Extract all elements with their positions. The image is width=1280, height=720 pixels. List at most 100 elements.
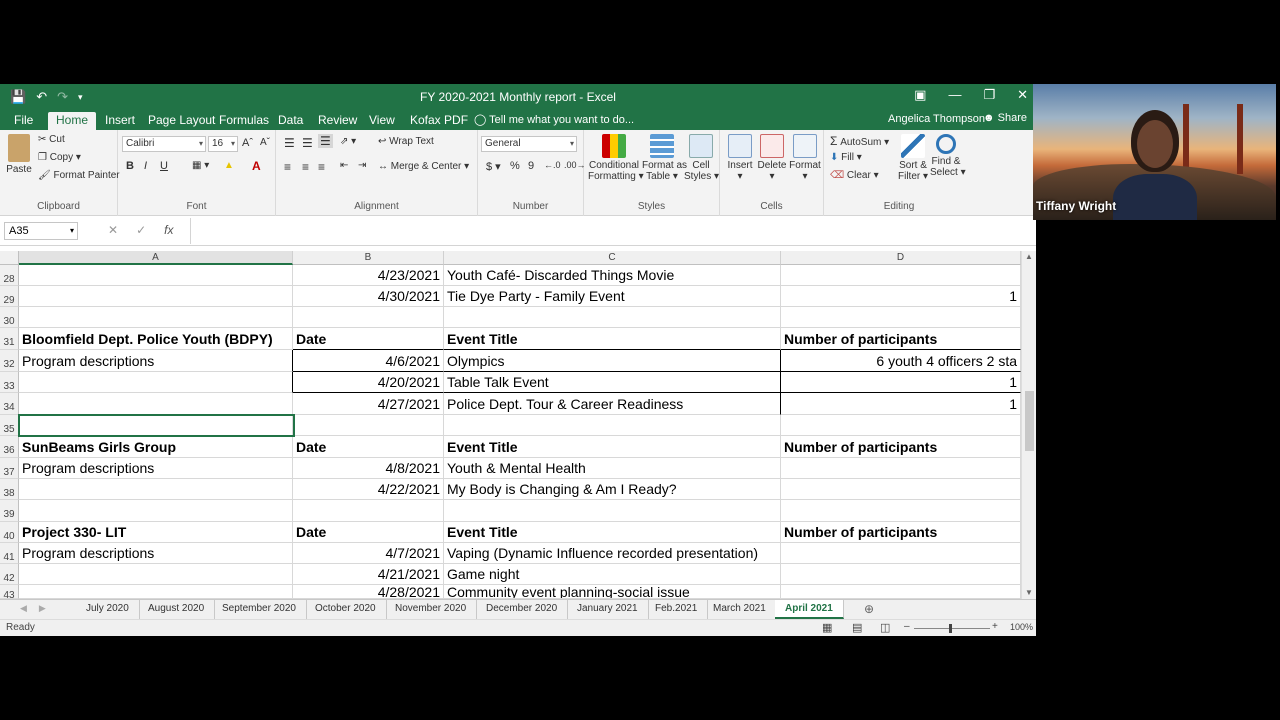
clear-button[interactable]: ⌫ Clear ▾ xyxy=(830,170,879,181)
cell-b39[interactable] xyxy=(293,500,444,522)
percent-button[interactable]: % xyxy=(510,160,520,172)
cell-d41[interactable] xyxy=(781,543,1021,564)
row-header[interactable]: 33 xyxy=(0,372,19,393)
sheet-tab-july-2020[interactable]: July 2020 xyxy=(76,600,140,619)
row-header[interactable]: 38 xyxy=(0,479,19,500)
zoom-slider-thumb[interactable] xyxy=(949,624,952,633)
wrap-text-button[interactable]: ↩ Wrap Text xyxy=(378,136,434,147)
font-size-select[interactable]: 16 ▾ xyxy=(208,136,238,152)
fill-color-icon[interactable]: ▲ xyxy=(224,160,234,171)
conditional-formatting-button[interactable]: Conditional Formatting ▾ xyxy=(588,134,644,182)
cell-c33[interactable]: Table Talk Event xyxy=(444,372,781,393)
cell-b28[interactable]: 4/23/2021 xyxy=(293,265,444,286)
decrease-decimal-icon[interactable]: .00→ xyxy=(564,160,586,170)
tell-me-search[interactable]: ◯ Tell me what you want to do... xyxy=(474,113,634,126)
restore-icon[interactable]: ❐ xyxy=(983,87,995,103)
cell-a33[interactable] xyxy=(19,372,293,393)
sheet-tab-december-2020[interactable]: December 2020 xyxy=(476,600,569,619)
cell-d37[interactable] xyxy=(781,458,1021,479)
vertical-scrollbar[interactable]: ▲ ▼ xyxy=(1021,251,1036,599)
align-left-icon[interactable]: ≡ xyxy=(284,160,291,174)
cell-styles-button[interactable]: Cell Styles ▾ xyxy=(684,134,719,182)
cell-d40[interactable]: Number of participants xyxy=(781,522,1021,543)
tab-file[interactable]: File xyxy=(6,112,41,130)
name-box[interactable]: A35 ▾ xyxy=(4,222,78,240)
cell-d34[interactable]: 1 xyxy=(781,393,1021,415)
sheet-tab-september-2020[interactable]: September 2020 xyxy=(212,600,307,619)
prev-sheet-icon[interactable]: ◀ xyxy=(20,603,27,614)
cell-b32[interactable]: 4/6/2021 xyxy=(293,350,444,372)
merge-center-button[interactable]: ↔ Merge & Center ▾ xyxy=(378,161,469,172)
cell-b41[interactable]: 4/7/2021 xyxy=(293,543,444,564)
format-as-table-button[interactable]: Format as Table ▾ xyxy=(642,134,687,182)
select-all-corner[interactable] xyxy=(0,251,19,265)
bold-button[interactable]: B xyxy=(126,160,134,172)
cell-a35[interactable] xyxy=(19,415,293,436)
tab-kofax-pdf[interactable]: Kofax PDF xyxy=(402,112,476,130)
cell-c31[interactable]: Event Title xyxy=(444,328,781,350)
align-center-icon[interactable]: ≡ xyxy=(302,160,309,174)
fill-button[interactable]: ⬇ Fill ▾ xyxy=(830,152,862,163)
top-align-icon[interactable]: ☰ xyxy=(284,136,295,150)
row-header[interactable]: 39 xyxy=(0,500,19,522)
cancel-icon[interactable]: ✕ xyxy=(108,223,118,237)
close-icon[interactable]: ✕ xyxy=(1017,87,1028,103)
ribbon-display-icon[interactable]: ▣ xyxy=(914,87,926,103)
number-format-select[interactable]: General ▾ xyxy=(481,136,577,152)
format-painter-button[interactable]: 🖌 Format Painter xyxy=(38,170,120,181)
shrink-font-button[interactable]: Aˇ xyxy=(260,137,270,148)
font-color-icon[interactable]: A xyxy=(252,159,261,173)
bottom-align-icon[interactable]: ☰ xyxy=(318,134,333,148)
cell-a29[interactable] xyxy=(19,286,293,307)
cell-c32[interactable]: Olympics xyxy=(444,350,781,372)
cell-a42[interactable] xyxy=(19,564,293,585)
tab-view[interactable]: View xyxy=(361,112,403,130)
insert-function-button[interactable]: fx xyxy=(164,223,173,237)
cell-b36[interactable]: Date xyxy=(293,436,444,458)
sheet-tab-feb-2021[interactable]: Feb.2021 xyxy=(645,600,709,619)
cell-b31[interactable]: Date xyxy=(293,328,444,350)
cell-a43[interactable] xyxy=(19,585,293,599)
cell-a34[interactable] xyxy=(19,393,293,415)
sheet-tab-january-2021[interactable]: January 2021 xyxy=(567,600,649,619)
cell-c37[interactable]: Youth & Mental Health xyxy=(444,458,781,479)
cell-d38[interactable] xyxy=(781,479,1021,500)
cell-d36[interactable]: Number of participants xyxy=(781,436,1021,458)
tab-formulas[interactable]: Formulas xyxy=(211,112,277,130)
zoom-slider[interactable] xyxy=(914,628,990,629)
tab-review[interactable]: Review xyxy=(310,112,365,130)
row-header[interactable]: 40 xyxy=(0,522,19,543)
formula-input[interactable] xyxy=(190,218,1032,244)
row-header[interactable]: 31 xyxy=(0,328,19,350)
row-header[interactable]: 36 xyxy=(0,436,19,458)
sheet-tab-november-2020[interactable]: November 2020 xyxy=(385,600,478,619)
row-header[interactable]: 28 xyxy=(0,265,19,286)
page-break-view-icon[interactable]: ◫ xyxy=(880,621,890,634)
cell-a40[interactable]: Project 330- LIT xyxy=(19,522,293,543)
row-header[interactable]: 43 xyxy=(0,585,19,601)
cell-a41[interactable]: Program descriptions xyxy=(19,543,293,564)
tab-data[interactable]: Data xyxy=(270,112,311,130)
middle-align-icon[interactable]: ☰ xyxy=(302,136,313,150)
enter-icon[interactable]: ✓ xyxy=(136,223,146,237)
font-name-select[interactable]: Calibri ▾ xyxy=(122,136,206,152)
cell-c30[interactable] xyxy=(444,307,781,328)
cell-a31[interactable]: Bloomfield Dept. Police Youth (BDPY) xyxy=(19,328,293,350)
cell-b42[interactable]: 4/21/2021 xyxy=(293,564,444,585)
find-select-button[interactable]: Find & Select ▾ xyxy=(930,134,966,178)
underline-button[interactable]: U xyxy=(160,160,168,172)
row-header[interactable]: 32 xyxy=(0,350,19,372)
row-header[interactable]: 42 xyxy=(0,564,19,585)
increase-indent-icon[interactable]: ⇥ xyxy=(358,160,366,171)
sheet-tab-august-2020[interactable]: August 2020 xyxy=(138,600,216,619)
cell-b33[interactable]: 4/20/2021 xyxy=(293,372,444,393)
row-header[interactable]: 30 xyxy=(0,307,19,328)
cell-c35[interactable] xyxy=(444,415,781,436)
sort-filter-button[interactable]: Sort & Filter ▾ xyxy=(898,134,928,182)
user-name[interactable]: Angelica Thompson xyxy=(888,113,985,125)
borders-icon[interactable]: ▦ ▾ xyxy=(192,160,209,171)
cell-c28[interactable]: Youth Café- Discarded Things Movie xyxy=(444,265,781,286)
next-sheet-icon[interactable]: ▶ xyxy=(39,603,46,614)
add-sheet-icon[interactable]: ⊕ xyxy=(858,600,880,619)
cell-c42[interactable]: Game night xyxy=(444,564,781,585)
